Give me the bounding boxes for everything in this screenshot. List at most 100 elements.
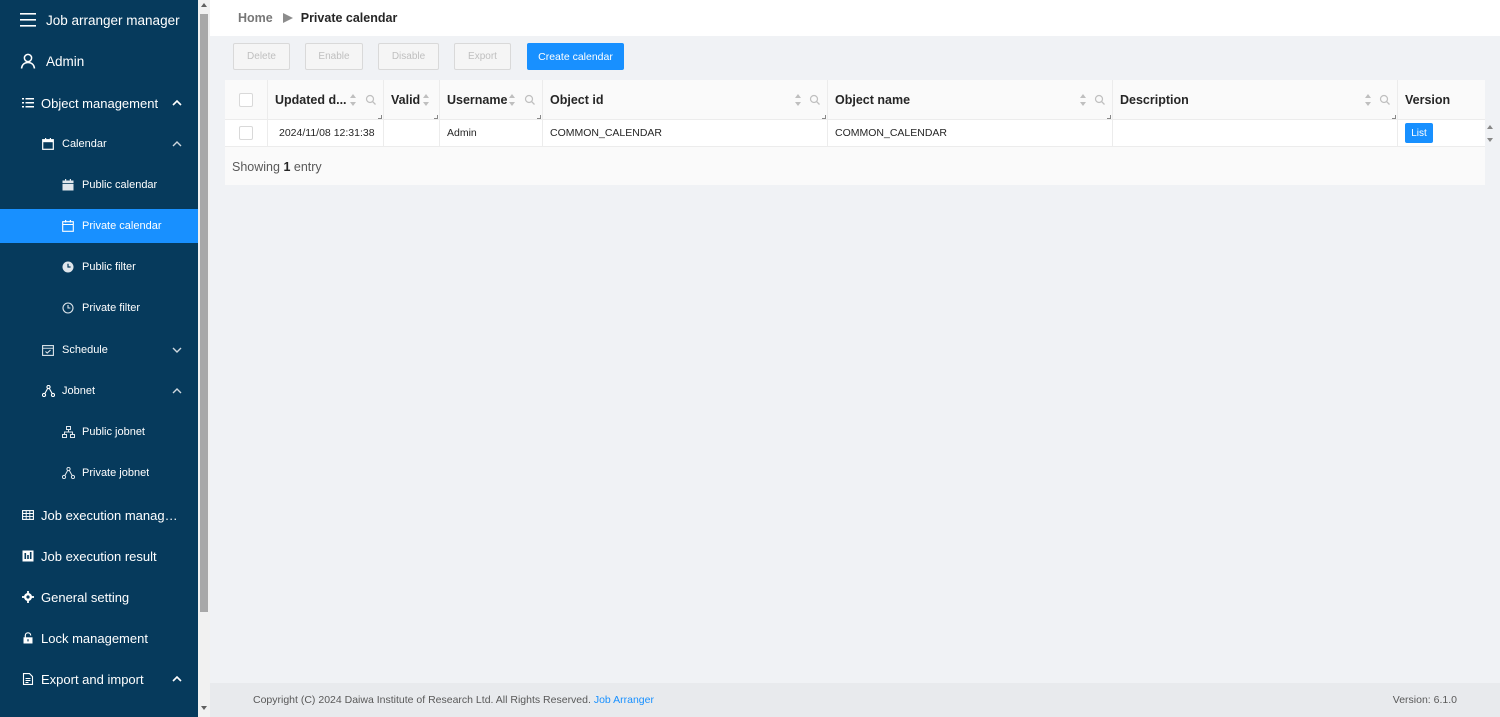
resize-handle[interactable]: [1107, 115, 1111, 119]
sidebar-item-label: Job execution result: [41, 548, 157, 564]
sidebar-item-job-execution-management[interactable]: Job execution managem...: [0, 498, 198, 532]
chevron-up-icon: [170, 137, 184, 151]
lock-icon: [20, 630, 36, 646]
header-valid[interactable]: Valid: [384, 80, 440, 120]
disable-button[interactable]: Disable: [378, 43, 439, 70]
sidebar-item-private-calendar[interactable]: Private calendar: [0, 209, 198, 243]
select-all-checkbox[interactable]: [239, 93, 253, 107]
sidebar-item-label: Public filter: [82, 261, 136, 273]
sidebar-item-private-jobnet[interactable]: Private jobnet: [0, 456, 198, 490]
sort-icon[interactable]: [794, 93, 802, 107]
showing-suffix: entry: [293, 160, 322, 174]
header-description[interactable]: Description: [1113, 80, 1398, 120]
calendar-icon: [60, 218, 76, 234]
sidebar-item-label: Schedule: [62, 344, 108, 356]
scroll-up-icon[interactable]: [201, 3, 207, 7]
scroll-down-icon[interactable]: [1487, 138, 1493, 142]
sidebar-item-label: Object management: [41, 95, 159, 111]
scrollbar-thumb[interactable]: [200, 14, 208, 612]
table-scrollbar[interactable]: [1485, 120, 1495, 147]
sidebar-item-label: Jobnet: [62, 385, 96, 397]
search-icon[interactable]: [1094, 94, 1106, 106]
list-icon: [20, 95, 36, 111]
sidebar-item-label: General setting: [41, 589, 130, 605]
breadcrumb-current: Private calendar: [300, 11, 398, 25]
sort-icon[interactable]: [508, 93, 516, 107]
sidebar-item-jobnet[interactable]: Jobnet: [0, 374, 198, 408]
column-label: Username: [447, 93, 508, 107]
sidebar-item-schedule[interactable]: Schedule: [0, 333, 198, 367]
menu-icon[interactable]: [20, 12, 36, 28]
row-checkbox[interactable]: [239, 126, 253, 140]
resize-handle[interactable]: [1392, 115, 1396, 119]
scroll-up-icon[interactable]: [1487, 125, 1493, 129]
showing-count: 1: [283, 160, 291, 174]
cell-description: [1113, 120, 1398, 146]
user-name: Admin: [46, 53, 85, 69]
export-button[interactable]: Export: [454, 43, 511, 70]
sidebar-item-general-setting[interactable]: General setting: [0, 580, 198, 614]
sort-icon[interactable]: [422, 93, 430, 107]
cell-object-id: COMMON_CALENDAR: [543, 120, 828, 146]
search-icon[interactable]: [524, 94, 536, 106]
sidebar-item-public-jobnet[interactable]: Public jobnet: [0, 415, 198, 449]
chevron-down-icon: [170, 343, 184, 357]
sidebar-item-private-filter[interactable]: Private filter: [0, 291, 198, 325]
footer: Copyright (C) 2024 Daiwa Institute of Re…: [210, 683, 1500, 717]
user-icon: [20, 53, 36, 69]
file-icon: [20, 671, 36, 687]
cell-version: List: [1398, 120, 1485, 146]
sidebar-header[interactable]: Job arranger manager: [0, 3, 198, 37]
sidebar-item-export-and-import[interactable]: Export and import: [0, 662, 198, 696]
column-label: Object id: [550, 93, 604, 107]
cell-valid: [384, 120, 440, 146]
sort-icon[interactable]: [1079, 93, 1087, 107]
sidebar-item-public-filter[interactable]: Public filter: [0, 250, 198, 284]
network-icon: [60, 465, 76, 481]
resize-handle[interactable]: [822, 115, 826, 119]
resize-handle[interactable]: [378, 115, 382, 119]
sort-icon[interactable]: [1364, 93, 1372, 107]
sidebar-item-label: Private calendar: [82, 220, 162, 232]
header-updated-date[interactable]: Updated d...: [268, 80, 384, 120]
header-username[interactable]: Username: [440, 80, 543, 120]
resize-handle[interactable]: [434, 115, 438, 119]
sidebar-item-job-execution-result[interactable]: Job execution result: [0, 539, 198, 573]
sidebar-item-calendar[interactable]: Calendar: [0, 127, 198, 161]
sidebar-item-public-calendar[interactable]: Public calendar: [0, 168, 198, 202]
sidebar-user[interactable]: Admin: [0, 44, 198, 78]
create-calendar-button[interactable]: Create calendar: [527, 43, 624, 70]
chevron-up-icon: [170, 96, 184, 110]
version-list-button[interactable]: List: [1405, 123, 1433, 143]
sidebar-item-object-management[interactable]: Object management: [0, 86, 198, 120]
sidebar-item-label: Private filter: [82, 302, 141, 314]
header-object-id[interactable]: Object id: [543, 80, 828, 120]
search-icon[interactable]: [365, 94, 377, 106]
column-label: Description: [1120, 93, 1189, 107]
calendar-icon: [40, 136, 56, 152]
clock-icon: [60, 300, 76, 316]
column-label: Version: [1405, 93, 1451, 107]
search-icon[interactable]: [1379, 94, 1391, 106]
resize-handle[interactable]: [537, 115, 541, 119]
sidebar-scrollbar[interactable]: [198, 0, 210, 717]
entry-count: Showing 1 entry: [232, 160, 322, 174]
breadcrumb-home[interactable]: Home: [238, 11, 273, 25]
header-object-name[interactable]: Object name: [828, 80, 1113, 120]
breadcrumb: Home Private calendar: [210, 0, 1500, 36]
table-row[interactable]: 2024/11/08 12:31:38 Admin COMMON_CALENDA…: [225, 120, 1485, 147]
sidebar-item-label: Private jobnet: [82, 467, 150, 479]
main-content: Home Private calendar Delete Enable Disa…: [210, 0, 1500, 717]
chart-icon: [20, 548, 36, 564]
search-icon[interactable]: [809, 94, 821, 106]
job-arranger-link[interactable]: Job Arranger: [594, 694, 654, 706]
enable-button[interactable]: Enable: [305, 43, 363, 70]
sidebar-item-label: Public calendar: [82, 179, 158, 191]
footer-copyright: Copyright (C) 2024 Daiwa Institute of Re…: [253, 694, 654, 706]
delete-button[interactable]: Delete: [233, 43, 290, 70]
header-version: Version: [1398, 80, 1485, 120]
schedule-icon: [40, 342, 56, 358]
sidebar-item-lock-management[interactable]: Lock management: [0, 621, 198, 655]
scroll-down-icon[interactable]: [201, 706, 207, 710]
sort-icon[interactable]: [349, 93, 357, 107]
